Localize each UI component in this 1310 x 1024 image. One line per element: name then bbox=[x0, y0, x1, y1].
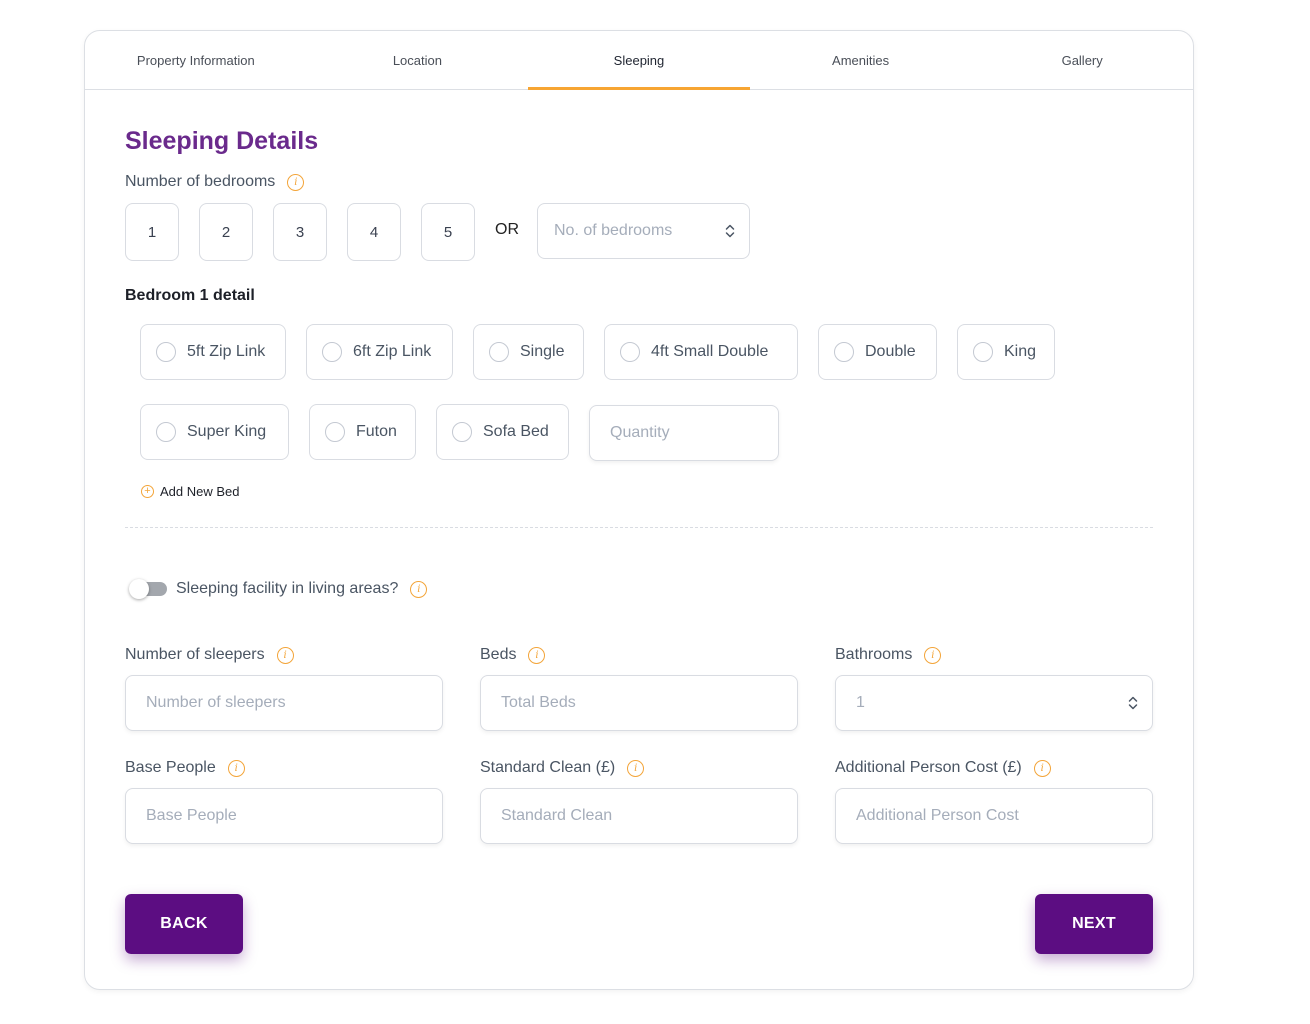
bed-option-sofa-bed[interactable]: Sofa Bed bbox=[436, 404, 569, 460]
living-areas-label: Sleeping facility in living areas? i bbox=[176, 580, 428, 598]
bed-option-super-king[interactable]: Super King bbox=[140, 404, 289, 460]
plus-circle-icon: + bbox=[141, 485, 154, 498]
living-areas-toggle[interactable] bbox=[129, 579, 167, 599]
chevron-up-down-icon bbox=[1128, 696, 1138, 710]
info-icon[interactable]: i bbox=[924, 646, 942, 664]
bathrooms-select-value: 1 bbox=[856, 694, 865, 711]
total-beds-input[interactable] bbox=[480, 675, 798, 731]
bed-option-label: King bbox=[1004, 343, 1037, 360]
bathrooms-label-text: Bathrooms bbox=[835, 646, 913, 663]
radio-button[interactable] bbox=[489, 342, 509, 362]
radio-button[interactable] bbox=[973, 342, 993, 362]
form-card: Property Information Location Sleeping A… bbox=[84, 30, 1194, 990]
info-icon[interactable]: i bbox=[227, 759, 245, 777]
bed-option-single[interactable]: Single bbox=[473, 324, 584, 380]
bed-option-label: Single bbox=[520, 343, 565, 360]
bedrooms-select[interactable]: No. of bedrooms bbox=[537, 203, 750, 259]
additional-cost-label-text: Additional Person Cost (£) bbox=[835, 759, 1022, 776]
bedroom-count-option-4[interactable]: 4 bbox=[347, 203, 401, 261]
add-new-bed-link[interactable]: + Add New Bed bbox=[141, 484, 240, 499]
additional-cost-label: Additional Person Cost (£) i bbox=[835, 759, 1051, 777]
tab-gallery[interactable]: Gallery bbox=[971, 31, 1193, 89]
bedroom-detail-heading: Bedroom 1 detail bbox=[125, 287, 255, 304]
radio-button[interactable] bbox=[156, 422, 176, 442]
bed-option-label: 4ft Small Double bbox=[651, 343, 769, 360]
radio-button[interactable] bbox=[156, 342, 176, 362]
radio-button[interactable] bbox=[620, 342, 640, 362]
base-people-label-text: Base People bbox=[125, 759, 216, 776]
tab-sleeping[interactable]: Sleeping bbox=[528, 31, 750, 90]
info-icon[interactable]: i bbox=[627, 759, 645, 777]
section-divider bbox=[125, 527, 1153, 528]
tab-location[interactable]: Location bbox=[307, 31, 529, 89]
back-button[interactable]: BACK bbox=[125, 894, 243, 954]
info-icon[interactable]: i bbox=[287, 173, 305, 191]
base-people-label: Base People i bbox=[125, 759, 245, 777]
bed-option-double[interactable]: Double bbox=[818, 324, 937, 380]
bed-option-5ft-zip-link[interactable]: 5ft Zip Link bbox=[140, 324, 286, 380]
bedroom-count-option-3[interactable]: 3 bbox=[273, 203, 327, 261]
step-tabs: Property Information Location Sleeping A… bbox=[85, 31, 1193, 90]
info-icon[interactable]: i bbox=[410, 580, 428, 598]
bedroom-count-option-5[interactable]: 5 bbox=[421, 203, 475, 261]
bed-option-label: 5ft Zip Link bbox=[187, 343, 266, 360]
chevron-up-down-icon bbox=[725, 224, 735, 238]
standard-clean-input[interactable] bbox=[480, 788, 798, 844]
info-icon[interactable]: i bbox=[276, 646, 294, 664]
bed-option-label: Futon bbox=[356, 423, 397, 440]
bathrooms-label: Bathrooms i bbox=[835, 646, 942, 664]
bed-option-label: 6ft Zip Link bbox=[353, 343, 432, 360]
tab-amenities[interactable]: Amenities bbox=[750, 31, 972, 89]
sleepers-input[interactable] bbox=[125, 675, 443, 731]
additional-person-cost-input[interactable] bbox=[835, 788, 1153, 844]
bed-option-6ft-zip-link[interactable]: 6ft Zip Link bbox=[306, 324, 453, 380]
standard-clean-label-text: Standard Clean (£) bbox=[480, 759, 616, 776]
info-icon[interactable]: i bbox=[1033, 759, 1051, 777]
radio-button[interactable] bbox=[325, 422, 345, 442]
living-areas-label-text: Sleeping facility in living areas? bbox=[176, 580, 399, 597]
info-icon[interactable]: i bbox=[528, 646, 546, 664]
bedrooms-select-placeholder: No. of bedrooms bbox=[554, 222, 673, 239]
base-people-input[interactable] bbox=[125, 788, 443, 844]
bed-option-label: Double bbox=[865, 343, 916, 360]
bedrooms-label-text: Number of bedrooms bbox=[125, 173, 276, 190]
bed-option-label: Sofa Bed bbox=[483, 423, 549, 440]
quantity-input[interactable] bbox=[589, 405, 779, 461]
bed-option-label: Super King bbox=[187, 423, 267, 440]
or-separator: OR bbox=[495, 221, 519, 238]
bed-option-king[interactable]: King bbox=[957, 324, 1055, 380]
bed-option-4ft-small-double[interactable]: 4ft Small Double bbox=[604, 324, 798, 380]
radio-button[interactable] bbox=[452, 422, 472, 442]
toggle-knob bbox=[129, 579, 149, 599]
add-new-bed-label: Add New Bed bbox=[160, 484, 240, 499]
bedrooms-label: Number of bedrooms i bbox=[125, 173, 305, 191]
next-button[interactable]: NEXT bbox=[1035, 894, 1153, 954]
bed-option-futon[interactable]: Futon bbox=[309, 404, 416, 460]
sleepers-label: Number of sleepers i bbox=[125, 646, 294, 664]
sleepers-label-text: Number of sleepers bbox=[125, 646, 265, 663]
bedroom-count-option-2[interactable]: 2 bbox=[199, 203, 253, 261]
bedroom-count-option-1[interactable]: 1 bbox=[125, 203, 179, 261]
radio-button[interactable] bbox=[834, 342, 854, 362]
page-title: Sleeping Details bbox=[125, 127, 319, 155]
beds-label-text: Beds bbox=[480, 646, 517, 663]
tab-property-information[interactable]: Property Information bbox=[85, 31, 307, 89]
bathrooms-select[interactable]: 1 bbox=[835, 675, 1153, 731]
radio-button[interactable] bbox=[322, 342, 342, 362]
beds-label: Beds i bbox=[480, 646, 546, 664]
standard-clean-label: Standard Clean (£) i bbox=[480, 759, 645, 777]
